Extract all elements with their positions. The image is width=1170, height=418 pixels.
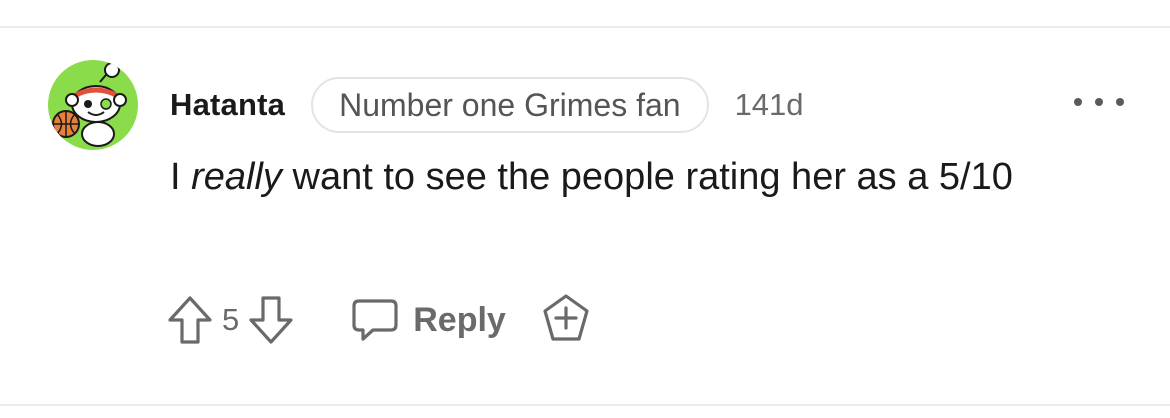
award-plus-icon [543, 293, 589, 341]
top-divider [0, 26, 1170, 28]
upvote-button[interactable] [166, 294, 214, 346]
ellipsis-icon [1074, 98, 1082, 106]
arrow-down-icon [249, 296, 293, 344]
avatar[interactable] [48, 60, 138, 150]
reply-button[interactable]: Reply [351, 297, 506, 343]
comment-body: I really want to see the people rating h… [170, 150, 1110, 204]
bottom-divider [0, 404, 1170, 406]
comment-body-prefix: I [170, 156, 192, 198]
award-button[interactable] [542, 293, 590, 348]
arrow-up-icon [168, 296, 212, 344]
downvote-button[interactable] [247, 294, 295, 346]
user-flair: Number one Grimes fan [311, 77, 709, 133]
username[interactable]: Hatanta [170, 87, 285, 123]
speech-bubble-icon [352, 299, 398, 341]
vote-count: 5 [222, 302, 240, 337]
reply-label: Reply [413, 300, 506, 339]
comment-age: 141d [734, 87, 804, 122]
comment-body-suffix: want to see the people rating her as a 5… [281, 156, 1013, 198]
snoo-avatar-icon [52, 62, 127, 147]
more-options-button[interactable] [1074, 92, 1124, 112]
comment-header: Hatanta Number one Grimes fan 141d [170, 76, 804, 134]
comment-body-emphasis: really [191, 156, 282, 198]
comment-card: Hatanta Number one Grimes fan 141d I rea… [0, 0, 1170, 418]
comment-actions: 5 Reply [166, 292, 590, 348]
